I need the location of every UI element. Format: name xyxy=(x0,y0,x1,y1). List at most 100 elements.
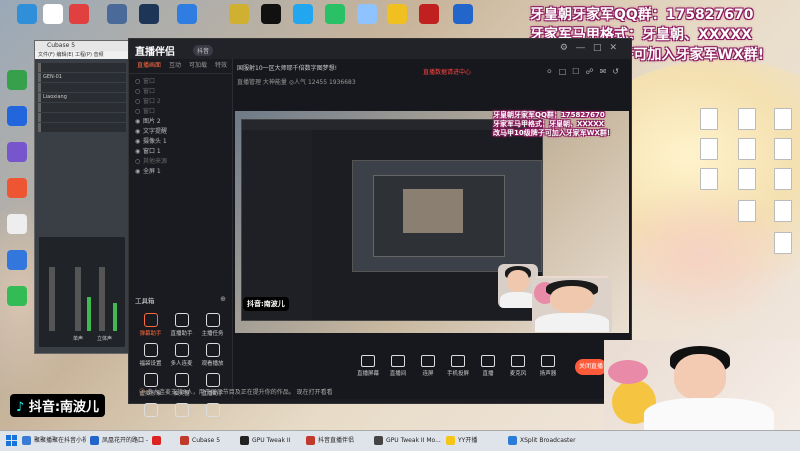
cubase-menu[interactable]: 文件(F) 编辑(E) 工程(P) 音频 xyxy=(35,51,129,59)
taskbar-item[interactable]: GPU Tweak II xyxy=(240,433,302,449)
source-item[interactable]: ◉ 摄像头 1 xyxy=(129,137,232,147)
cubase-track[interactable] xyxy=(38,123,126,132)
file-icon[interactable] xyxy=(700,138,718,160)
taskbar-item[interactable]: XSplit Broadcaster xyxy=(508,433,578,449)
control-button[interactable]: 连屏 xyxy=(413,355,443,377)
control-button[interactable]: 直播间 xyxy=(383,355,413,377)
eye-icon[interactable]: ○ xyxy=(135,97,143,107)
source-item[interactable]: ◉ 文字提醒 xyxy=(129,127,232,137)
file-icon[interactable] xyxy=(738,168,756,190)
start-button[interactable] xyxy=(6,435,18,447)
taskbar-item[interactable]: 抖音直播伴侣 xyxy=(306,433,370,449)
eye-icon[interactable]: ◉ xyxy=(135,117,143,127)
cubase-track[interactable] xyxy=(38,103,126,112)
desktop-icon[interactable] xyxy=(286,4,320,26)
desktop-icon[interactable] xyxy=(0,142,34,164)
taskbar-item[interactable] xyxy=(152,433,176,449)
file-icon[interactable] xyxy=(738,138,756,160)
source-item[interactable]: ○ 窗口 xyxy=(129,77,232,87)
control-button[interactable]: 手机投屏 xyxy=(443,355,473,377)
taskbar-item[interactable]: Cubase 5 xyxy=(180,433,236,449)
desktop-icon[interactable] xyxy=(0,250,34,272)
taskbar-item[interactable]: 凤凰花开的路口 - xyxy=(90,433,150,449)
desktop-icon[interactable] xyxy=(254,4,288,26)
source-item[interactable]: ○ 窗口 xyxy=(129,107,232,117)
source-item[interactable]: ○ 窗口 2 xyxy=(129,97,232,107)
toolbox-collapse-icon[interactable]: ⊕ xyxy=(220,295,226,303)
eye-icon[interactable]: ◉ xyxy=(135,137,143,147)
cubase-track[interactable] xyxy=(38,83,126,92)
tool-button[interactable]: 弹幕助手 xyxy=(135,313,166,343)
control-button[interactable]: 直播 xyxy=(473,355,503,377)
eye-icon[interactable]: ○ xyxy=(135,157,143,167)
desktop-icon[interactable] xyxy=(0,106,34,128)
desktop-icon[interactable] xyxy=(0,214,34,236)
control-button[interactable]: 扬声器 xyxy=(533,355,563,377)
live-data-link[interactable]: 直播数据请进中心 xyxy=(423,67,471,76)
file-icon[interactable] xyxy=(700,108,718,130)
platform-badge[interactable]: 抖音 xyxy=(193,45,214,56)
tool-button[interactable]: 福袋设置 xyxy=(135,343,166,373)
desktop-icon[interactable] xyxy=(222,4,256,26)
cubase-window[interactable]: Cubase 5 文件(F) 编辑(E) 工程(P) 音频 GEN-01 Liao… xyxy=(34,40,130,354)
file-icon[interactable] xyxy=(774,168,792,190)
tab-3[interactable]: 可加载 xyxy=(189,62,207,69)
tab-1[interactable]: 直播画面 xyxy=(137,62,161,69)
file-icon[interactable] xyxy=(738,108,756,130)
cubase-track[interactable] xyxy=(38,63,126,72)
desktop-icon[interactable] xyxy=(0,286,34,308)
tab-2[interactable]: 互动 xyxy=(169,62,181,69)
eye-icon[interactable]: ○ xyxy=(135,87,143,97)
control-button[interactable]: 麦克风 xyxy=(503,355,533,377)
tool-button[interactable]: 观看播放 xyxy=(197,343,228,373)
source-item[interactable]: ◉ 全屏 1 xyxy=(129,167,232,177)
desktop-icon[interactable] xyxy=(318,4,352,26)
file-icon[interactable] xyxy=(774,138,792,160)
tool-button[interactable]: 主播任务 xyxy=(197,313,228,343)
file-icon[interactable] xyxy=(700,168,718,190)
fader[interactable] xyxy=(99,267,105,331)
tool-button[interactable] xyxy=(197,403,228,433)
desktop-icon[interactable] xyxy=(412,4,446,26)
file-icon[interactable] xyxy=(774,108,792,130)
cubase-titlebar[interactable]: Cubase 5 xyxy=(35,41,129,51)
source-item[interactable]: ◉ 图片 2 xyxy=(129,117,232,127)
desktop-icon[interactable] xyxy=(0,178,34,200)
desktop-icon[interactable] xyxy=(350,4,384,26)
tab-4[interactable]: 特效 xyxy=(215,62,227,69)
eye-icon[interactable]: ◉ xyxy=(135,127,143,137)
file-icon[interactable] xyxy=(774,200,792,222)
desktop-icon[interactable] xyxy=(0,70,34,92)
tool-button[interactable] xyxy=(135,403,166,433)
eye-icon[interactable]: ○ xyxy=(135,107,143,117)
cubase-track[interactable] xyxy=(38,113,126,122)
eye-icon[interactable]: ○ xyxy=(135,77,143,87)
window-controls[interactable]: ⚙―□✕ xyxy=(560,43,625,53)
desktop-icon[interactable] xyxy=(132,4,166,26)
desktop-icon[interactable] xyxy=(100,4,134,26)
tool-button[interactable]: 直播助手 xyxy=(166,313,197,343)
taskbar-item[interactable]: YY开播 xyxy=(446,433,504,449)
eye-icon[interactable]: ◉ xyxy=(135,167,143,177)
taskbar-item[interactable]: GPU Tweak II Mo... xyxy=(374,433,442,449)
live-title[interactable]: 国服射10一区大师耶千倍数字图梦想! xyxy=(237,63,337,72)
eye-icon[interactable]: ◉ xyxy=(135,147,143,157)
top-toolbar-icons[interactable]: ⚪□☐☍✉↺ xyxy=(546,67,625,76)
status-text[interactable]: 多人连麦支持8人，用于展示节目及正在提升你的作品。 现在打开看看 xyxy=(147,389,333,396)
desktop-icon[interactable] xyxy=(62,4,96,26)
desktop-icon[interactable] xyxy=(170,4,204,26)
tool-button[interactable]: 多人连麦 xyxy=(166,343,197,373)
source-item[interactable]: ○ 窗口 xyxy=(129,87,232,97)
cubase-track[interactable]: GEN-01 xyxy=(38,73,126,82)
tool-button[interactable] xyxy=(166,403,197,433)
stop-live-button[interactable]: 关闭直播 xyxy=(575,359,607,375)
fader[interactable] xyxy=(49,267,55,331)
fader[interactable] xyxy=(75,267,81,331)
cubase-track[interactable]: Liaoxiang xyxy=(38,93,126,102)
desktop-icon[interactable] xyxy=(380,4,414,26)
desktop-icon[interactable] xyxy=(446,4,480,26)
taskbar-item[interactable]: 聚聚播聚在抖音小视 xyxy=(22,433,86,449)
file-icon[interactable] xyxy=(774,232,792,254)
source-item[interactable]: ○ 其他来源 xyxy=(129,157,232,167)
file-icon[interactable] xyxy=(738,200,756,222)
